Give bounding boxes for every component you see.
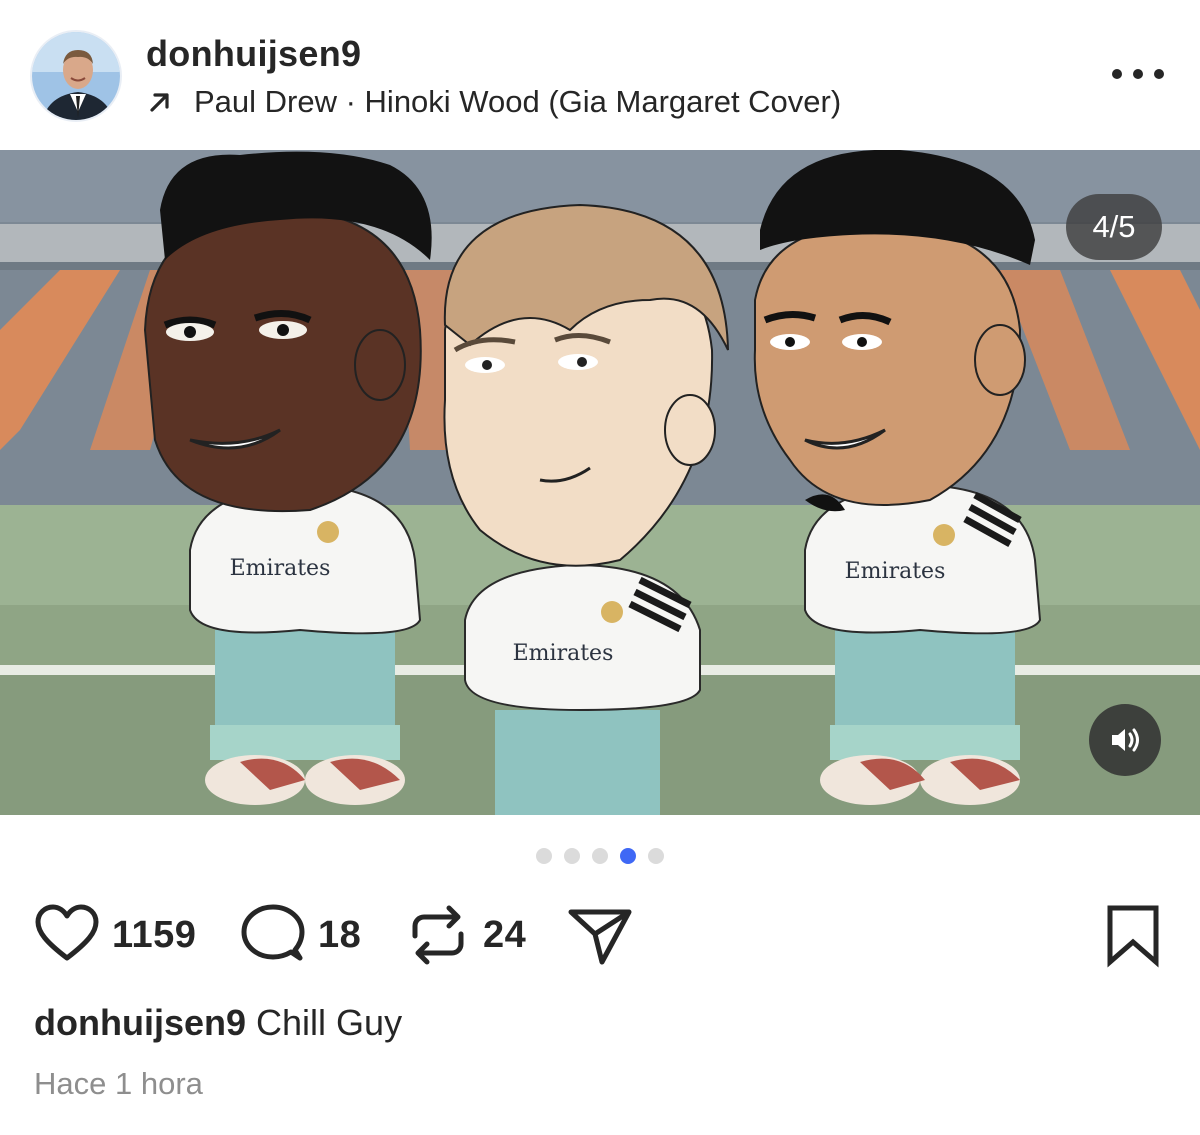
carousel-dot[interactable] bbox=[564, 848, 580, 864]
more-horizontal-icon bbox=[1112, 69, 1122, 79]
comment-count: 18 bbox=[318, 913, 362, 956]
post-caption: donhuijsen9 Chill Guy bbox=[34, 1002, 402, 1044]
speaker-icon bbox=[1112, 728, 1139, 752]
share-button[interactable] bbox=[566, 895, 634, 975]
more-options-button[interactable] bbox=[1112, 60, 1164, 88]
carousel-dot[interactable] bbox=[592, 848, 608, 864]
like-button[interactable]: 1159 bbox=[34, 895, 196, 975]
send-icon bbox=[568, 909, 632, 965]
caption-username[interactable]: donhuijsen9 bbox=[34, 1002, 246, 1043]
slide-counter: 4/5 bbox=[1066, 194, 1162, 260]
post-media[interactable]: Emirates Emirates Emirates bbox=[0, 150, 1200, 815]
comment-button[interactable]: 18 bbox=[240, 895, 361, 975]
like-count: 1159 bbox=[112, 913, 197, 956]
post-actions: 1159 18 24 bbox=[0, 895, 1200, 975]
carousel-dot-active[interactable] bbox=[620, 848, 636, 864]
jersey-sponsor-right: Emirates bbox=[845, 559, 946, 584]
heart-icon bbox=[35, 904, 99, 961]
caption-text: Chill Guy bbox=[256, 1002, 403, 1043]
bookmark-icon bbox=[1107, 905, 1159, 968]
post-username[interactable]: donhuijsen9 bbox=[146, 33, 361, 75]
cartoon-image: Emirates Emirates Emirates bbox=[0, 150, 1200, 815]
sound-toggle-button[interactable] bbox=[1089, 704, 1161, 776]
carousel-dot[interactable] bbox=[536, 848, 552, 864]
carousel-indicator bbox=[536, 848, 664, 864]
avatar[interactable] bbox=[30, 30, 122, 122]
comment-bubble-icon bbox=[241, 904, 305, 961]
arrow-up-right-icon bbox=[150, 93, 169, 112]
repost-count: 24 bbox=[483, 913, 527, 956]
audio-track-label: Paul Drew · Hinoki Wood (Gia Margaret Co… bbox=[194, 84, 842, 119]
jersey-sponsor-middle: Emirates bbox=[513, 641, 614, 666]
jersey-sponsor: Emirates bbox=[230, 556, 331, 581]
post-timestamp: Hace 1 hora bbox=[34, 1066, 203, 1101]
repost-button[interactable]: 24 bbox=[405, 895, 526, 975]
carousel-dot[interactable] bbox=[648, 848, 664, 864]
repost-icon bbox=[412, 905, 464, 965]
save-button[interactable] bbox=[1104, 895, 1162, 975]
audio-track[interactable]: Paul Drew · Hinoki Wood (Gia Margaret Co… bbox=[146, 84, 841, 120]
post-header: donhuijsen9 Paul Drew · Hinoki Wood (Gia… bbox=[0, 0, 1200, 150]
